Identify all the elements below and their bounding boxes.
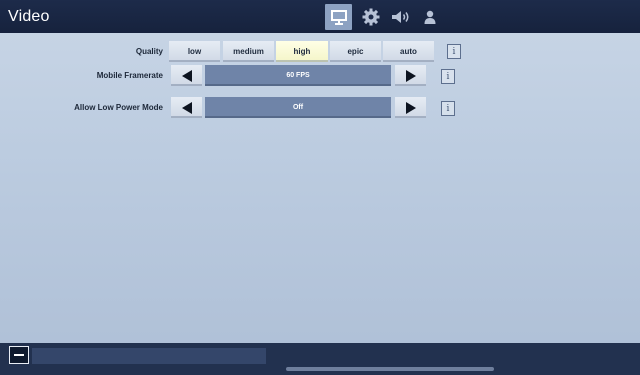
quality-option-low[interactable]: low	[169, 41, 220, 62]
chat-strip[interactable]	[32, 348, 266, 364]
low-power-label: Allow Low Power Mode	[74, 103, 163, 112]
quality-option-epic[interactable]: epic	[330, 41, 381, 62]
low-power-prev-button[interactable]	[171, 97, 202, 118]
low-power-value: Off	[205, 97, 391, 118]
gear-icon	[362, 8, 379, 26]
framerate-label: Mobile Framerate	[96, 71, 163, 80]
speaker-icon	[391, 11, 408, 23]
minus-icon	[14, 354, 24, 356]
framerate-next-button[interactable]	[395, 65, 426, 86]
arrow-left-icon	[181, 101, 192, 114]
quality-label: Quality	[135, 47, 163, 56]
low-power-info-icon[interactable]: i	[441, 101, 455, 116]
arrow-left-icon	[181, 69, 192, 82]
quality-option-auto[interactable]: auto	[383, 41, 434, 62]
person-icon	[424, 10, 435, 24]
framerate-value: 60 FPS	[205, 65, 391, 86]
home-indicator	[286, 367, 494, 371]
low-power-next-button[interactable]	[395, 97, 426, 118]
tab-game[interactable]	[357, 4, 384, 30]
tab-account[interactable]	[416, 4, 443, 30]
minimize-button[interactable]	[9, 346, 29, 364]
quality-info-icon[interactable]: i	[447, 44, 461, 59]
framerate-prev-button[interactable]	[171, 65, 202, 86]
top-bar	[0, 0, 640, 33]
framerate-info-icon[interactable]: i	[441, 69, 455, 84]
tab-video[interactable]	[325, 4, 352, 30]
arrow-right-icon	[405, 101, 416, 114]
quality-option-medium[interactable]: medium	[223, 41, 274, 62]
quality-option-high[interactable]: high	[276, 41, 328, 62]
page-title: Video	[8, 8, 50, 25]
arrow-right-icon	[405, 69, 416, 82]
monitor-icon	[330, 9, 347, 25]
tab-audio[interactable]	[387, 4, 414, 30]
